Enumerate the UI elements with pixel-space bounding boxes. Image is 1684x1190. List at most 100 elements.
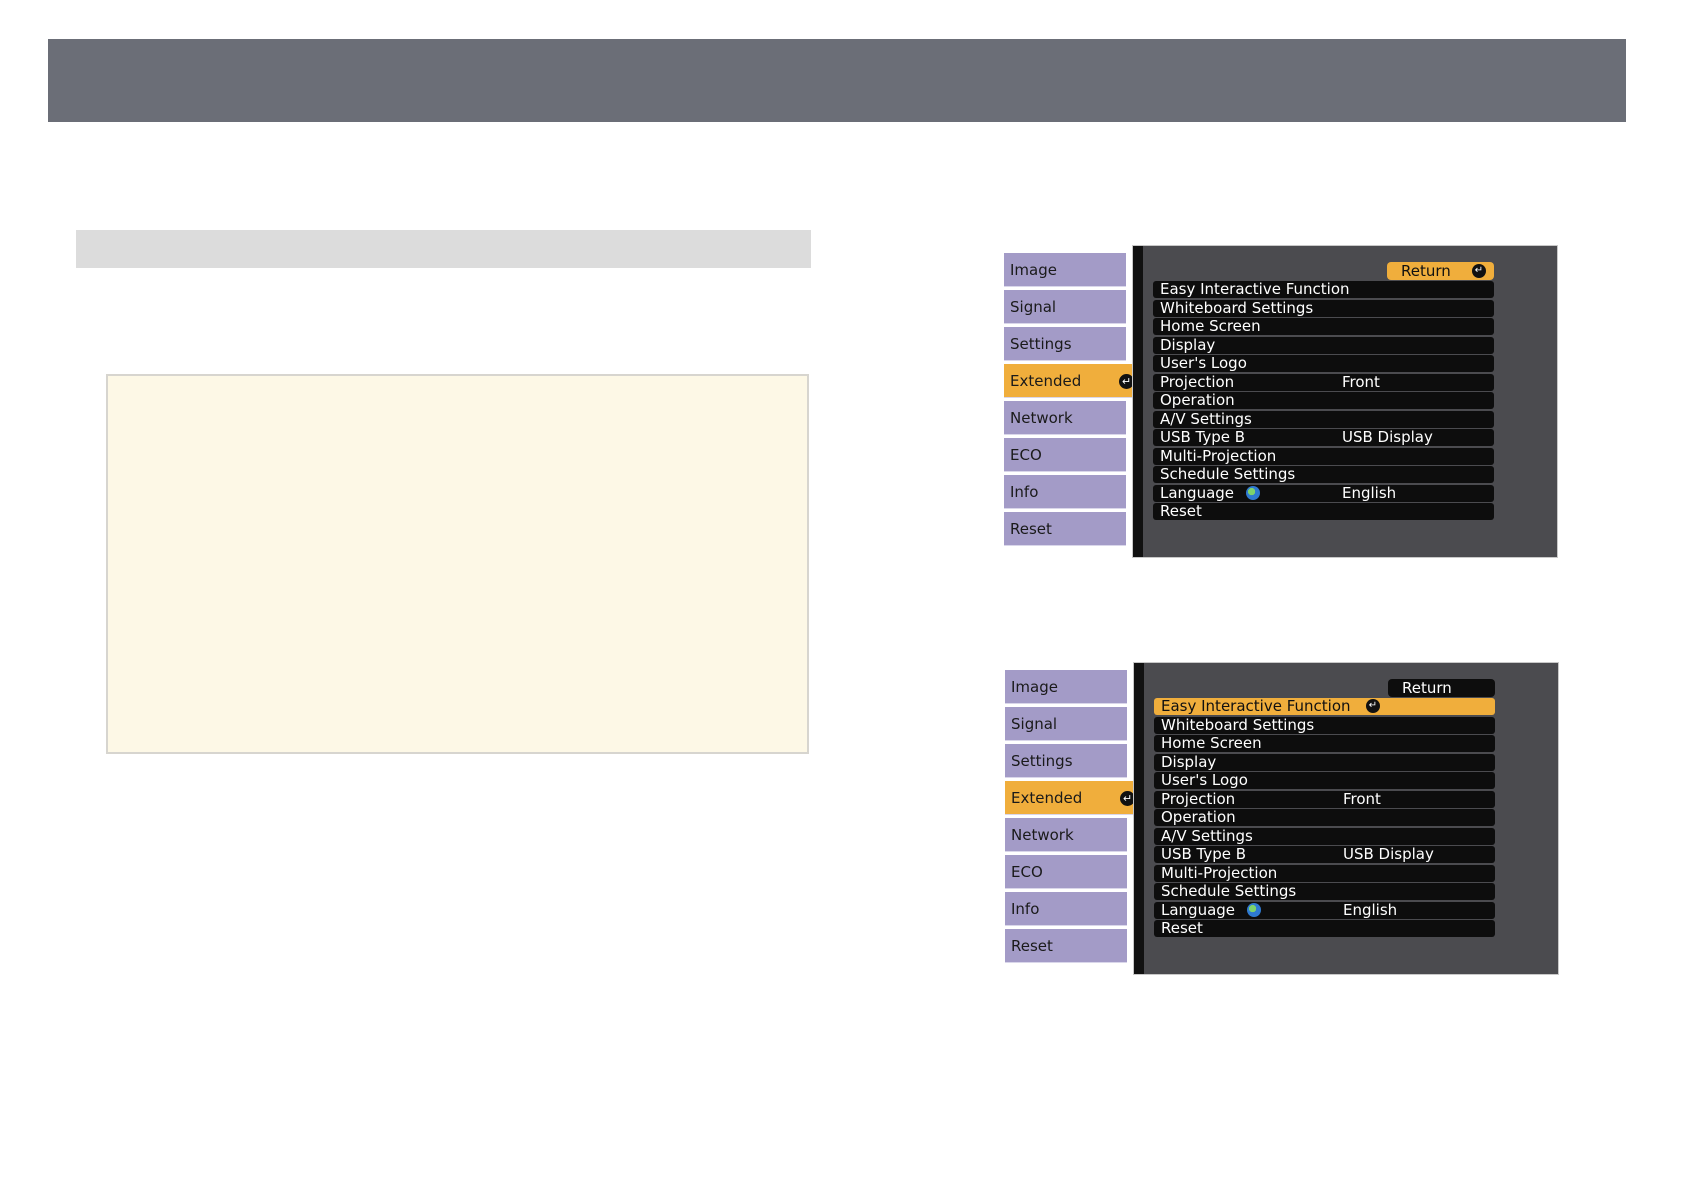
panel-edge bbox=[1134, 663, 1144, 974]
menu-row-label: A/V Settings bbox=[1160, 409, 1252, 428]
menu-row-value: English bbox=[1342, 483, 1397, 502]
sidebar-item-label: Settings bbox=[1011, 752, 1073, 770]
menu-row-a-v-settings[interactable]: A/V Settings bbox=[1154, 826, 1495, 845]
sidebar-item-extended[interactable]: Extended ↵ bbox=[1005, 781, 1141, 815]
menu-row-label: Home Screen bbox=[1161, 734, 1262, 752]
sidebar-item-network[interactable]: Network bbox=[1004, 401, 1126, 435]
sidebar-item-label: ECO bbox=[1010, 446, 1042, 464]
header-bar bbox=[48, 39, 1626, 122]
menu-row-label: Schedule Settings bbox=[1161, 882, 1297, 900]
menu-row-a-v-settings[interactable]: A/V Settings bbox=[1153, 409, 1494, 428]
submenu-panel: Return ↵ Easy Interactive Function Whiteboa… bbox=[1132, 245, 1558, 558]
sidebar-item-label: Image bbox=[1010, 261, 1057, 279]
menu-row-display[interactable]: Display bbox=[1154, 752, 1495, 771]
menu-row-home-screen[interactable]: Home Screen bbox=[1154, 735, 1495, 752]
sidebar-item-signal[interactable]: Signal bbox=[1005, 707, 1127, 741]
menu-row-label: Language bbox=[1161, 900, 1236, 919]
section-heading-bar bbox=[76, 230, 811, 268]
sidebar-item-label: Signal bbox=[1010, 298, 1057, 316]
note-box bbox=[106, 374, 809, 754]
sidebar-item-extended[interactable]: Extended ↵ bbox=[1004, 364, 1140, 398]
sidebar-item-label: Info bbox=[1011, 900, 1040, 918]
sidebar-item-reset[interactable]: Reset bbox=[1005, 929, 1127, 963]
menu-row-reset[interactable]: Reset bbox=[1154, 920, 1495, 937]
menu-row-projection[interactable]: Projection Front bbox=[1154, 789, 1495, 808]
sidebar-item-label: Network bbox=[1010, 409, 1073, 427]
return-label: Return bbox=[1402, 679, 1452, 697]
menu-row-label: Easy Interactive Function bbox=[1160, 280, 1350, 298]
menu-row-value: Front bbox=[1343, 789, 1381, 808]
menu-row-value: USB Display bbox=[1342, 428, 1433, 446]
panel-edge bbox=[1133, 246, 1143, 557]
sidebar-item-info[interactable]: Info bbox=[1005, 892, 1127, 926]
menu-row-label: Operation bbox=[1160, 391, 1235, 409]
menu-row-multi-projection[interactable]: Multi-Projection bbox=[1154, 863, 1495, 882]
menu-row-label: USB Type B bbox=[1160, 428, 1246, 446]
menu-row-projection[interactable]: Projection Front bbox=[1153, 372, 1494, 391]
menu-row-label: Display bbox=[1160, 335, 1216, 354]
menu-row-value: USB Display bbox=[1343, 845, 1434, 863]
menu-row-label: Whiteboard Settings bbox=[1160, 298, 1314, 317]
sidebar-item-label: Info bbox=[1010, 483, 1039, 501]
menu-row-label: Home Screen bbox=[1160, 317, 1261, 335]
menu-row-whiteboard-settings[interactable]: Whiteboard Settings bbox=[1153, 298, 1494, 317]
menu-row-easy-interactive-function[interactable]: Easy Interactive Function ↵ bbox=[1154, 698, 1495, 715]
menu-row-label: Display bbox=[1161, 752, 1217, 771]
menu-row-user-s-logo[interactable]: User's Logo bbox=[1154, 772, 1495, 789]
menu-row-value: English bbox=[1343, 900, 1398, 919]
menu-row-reset[interactable]: Reset bbox=[1153, 503, 1494, 520]
enter-icon: ↵ bbox=[1472, 264, 1486, 278]
projector-menu-1: Image Signal Settings Extended ↵ Network ECO In… bbox=[1004, 245, 1558, 558]
submenu-panel: Return Easy Interactive Function ↵ Whiteboa… bbox=[1133, 662, 1559, 975]
sidebar-item-label: Extended bbox=[1010, 372, 1082, 390]
sidebar-item-eco[interactable]: ECO bbox=[1004, 438, 1126, 472]
enter-icon: ↵ bbox=[1366, 699, 1380, 713]
sidebar-item-reset[interactable]: Reset bbox=[1004, 512, 1126, 546]
globe-icon bbox=[1247, 902, 1262, 917]
sidebar-item-label: Settings bbox=[1010, 335, 1072, 353]
return-button[interactable]: Return ↵ bbox=[1387, 262, 1494, 280]
menu-row-operation[interactable]: Operation bbox=[1153, 392, 1494, 409]
menu-row-usb-type-b[interactable]: USB Type B USB Display bbox=[1154, 846, 1495, 863]
sidebar-item-eco[interactable]: ECO bbox=[1005, 855, 1127, 889]
projector-menu-2: Image Signal Settings Extended ↵ Network ECO In… bbox=[1005, 662, 1559, 975]
menu-row-usb-type-b[interactable]: USB Type B USB Display bbox=[1153, 429, 1494, 446]
return-label: Return bbox=[1401, 262, 1451, 280]
menu-row-home-screen[interactable]: Home Screen bbox=[1153, 318, 1494, 335]
sidebar-item-image[interactable]: Image bbox=[1004, 253, 1126, 287]
menu-row-schedule-settings[interactable]: Schedule Settings bbox=[1154, 883, 1495, 900]
menu-row-label: Multi-Projection bbox=[1161, 863, 1278, 882]
sidebar-item-settings[interactable]: Settings bbox=[1005, 744, 1127, 778]
sidebar-item-settings[interactable]: Settings bbox=[1004, 327, 1126, 361]
menu-row-label: Projection bbox=[1161, 789, 1236, 808]
return-button[interactable]: Return bbox=[1388, 679, 1495, 697]
sidebar-item-signal[interactable]: Signal bbox=[1004, 290, 1126, 324]
sidebar-item-label: Signal bbox=[1011, 715, 1058, 733]
menu-row-schedule-settings[interactable]: Schedule Settings bbox=[1153, 466, 1494, 483]
menu-row-easy-interactive-function[interactable]: Easy Interactive Function bbox=[1153, 281, 1494, 298]
menu-row-label: Language bbox=[1160, 483, 1235, 502]
menu-row-language[interactable]: Language English bbox=[1153, 483, 1494, 502]
menu-row-label: Projection bbox=[1160, 372, 1235, 391]
sidebar-item-label: Image bbox=[1011, 678, 1058, 696]
menu-row-value: Front bbox=[1342, 372, 1380, 391]
menu-row-label: Reset bbox=[1160, 502, 1202, 520]
menu-row-user-s-logo[interactable]: User's Logo bbox=[1153, 355, 1494, 372]
menu-row-operation[interactable]: Operation bbox=[1154, 809, 1495, 826]
menu-row-label: Reset bbox=[1161, 919, 1203, 937]
menu-row-label: Schedule Settings bbox=[1160, 465, 1296, 483]
menu-row-label: Easy Interactive Function bbox=[1161, 697, 1351, 715]
menu-row-label: A/V Settings bbox=[1161, 826, 1253, 845]
sidebar-item-image[interactable]: Image bbox=[1005, 670, 1127, 704]
menu-row-multi-projection[interactable]: Multi-Projection bbox=[1153, 446, 1494, 465]
sidebar-item-label: Extended bbox=[1011, 789, 1083, 807]
globe-icon bbox=[1246, 485, 1261, 500]
sidebar-item-network[interactable]: Network bbox=[1005, 818, 1127, 852]
menu-row-display[interactable]: Display bbox=[1153, 335, 1494, 354]
menu-row-label: Multi-Projection bbox=[1160, 446, 1277, 465]
menu-row-language[interactable]: Language English bbox=[1154, 900, 1495, 919]
menu-row-label: User's Logo bbox=[1160, 354, 1247, 372]
menu-row-whiteboard-settings[interactable]: Whiteboard Settings bbox=[1154, 716, 1495, 734]
sidebar-item-info[interactable]: Info bbox=[1004, 475, 1126, 509]
sidebar-item-label: ECO bbox=[1011, 863, 1043, 881]
